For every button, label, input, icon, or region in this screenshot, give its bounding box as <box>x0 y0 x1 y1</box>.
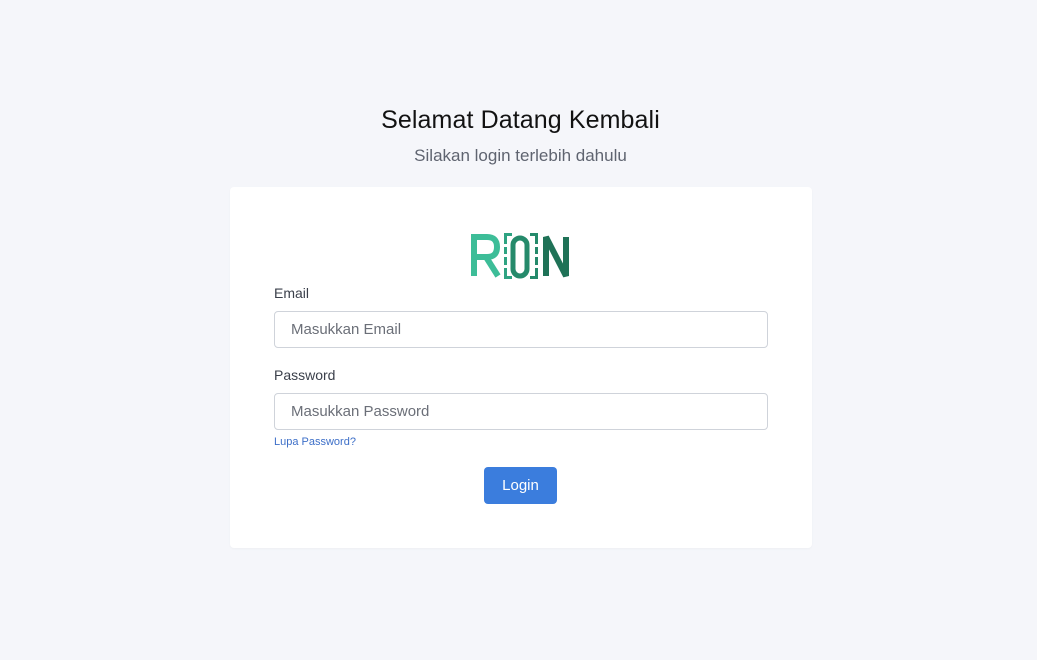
login-card: Email Password Lupa Password? Login <box>230 187 812 548</box>
ron-logo <box>470 230 574 282</box>
password-field[interactable] <box>274 393 768 430</box>
password-label: Password <box>274 367 336 383</box>
login-page: Selamat Datang Kembali Silakan login ter… <box>0 0 1037 660</box>
ron-logo-graphic <box>471 233 569 279</box>
forgot-password-link[interactable]: Lupa Password? <box>274 436 356 448</box>
page-title: Selamat Datang Kembali <box>381 106 660 134</box>
page-subtitle: Silakan login terlebih dahulu <box>414 146 627 165</box>
email-field[interactable] <box>274 311 768 348</box>
email-label: Email <box>274 285 310 301</box>
login-button[interactable]: Login <box>484 467 557 504</box>
